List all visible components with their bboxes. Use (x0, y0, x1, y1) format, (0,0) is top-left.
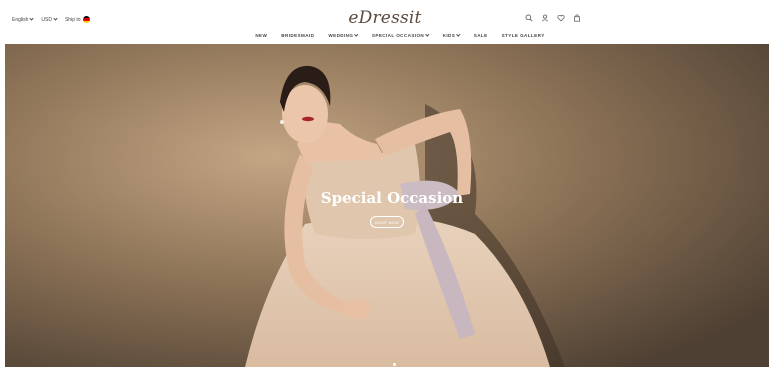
nav-label: WEDDING (328, 33, 354, 38)
currency-selector[interactable]: USD (41, 16, 58, 23)
hero-title: Special Occasion (320, 189, 464, 207)
nav-item-kids[interactable]: KIDS (442, 32, 461, 38)
slide-indicator[interactable] (393, 363, 396, 366)
shop-now-button[interactable]: SHOP NOW (370, 216, 404, 228)
site-logo[interactable]: eDressit (348, 8, 421, 28)
nav-item-bridesmaid[interactable]: BRIDESMAID (281, 33, 314, 38)
language-selector[interactable]: English (12, 16, 35, 23)
nav-label: BRIDESMAID (281, 33, 315, 38)
chevron-down-icon (29, 16, 35, 21)
nav-label: NEW (255, 33, 268, 38)
chevron-down-icon (53, 16, 58, 21)
nav-item-new[interactable]: NEW (255, 33, 267, 38)
nav-item-special-occasion[interactable]: SPECIAL OCCASION (371, 32, 430, 38)
nav-label: KIDS (442, 33, 456, 38)
nav-label: SALE (473, 33, 488, 38)
nav-item-wedding[interactable]: WEDDING (328, 32, 359, 38)
ship-to-selector[interactable]: Ship to (65, 16, 90, 23)
language-label: English (12, 16, 29, 23)
chevron-down-icon (425, 32, 430, 37)
chevron-down-icon (354, 32, 359, 37)
currency-label: USD (41, 16, 52, 23)
heart-icon[interactable] (557, 14, 565, 22)
nav-label: STYLE GALLERY (501, 33, 545, 38)
hero-banner[interactable]: Special Occasion SHOP NOW (5, 44, 769, 367)
nav-label: SPECIAL OCCASION (371, 33, 425, 38)
header-icons (525, 14, 581, 22)
logo-container: eDressit (0, 8, 770, 28)
bag-icon[interactable] (573, 14, 581, 22)
nav-item-style-gallery[interactable]: STYLE GALLERY (502, 33, 545, 38)
germany-flag-icon (82, 16, 90, 23)
main-nav: NEW BRIDESMAID WEDDING SPECIAL OCCASION … (0, 32, 770, 38)
search-icon[interactable] (525, 14, 533, 22)
nav-item-sale[interactable]: SALE (474, 33, 488, 38)
ship-to-label: Ship to (64, 16, 81, 23)
user-icon[interactable] (541, 14, 549, 22)
locale-bar: English USD Ship to (12, 16, 90, 23)
chevron-down-icon (456, 32, 461, 37)
top-header: English USD Ship to eDressit NEW BRIDESM… (0, 0, 770, 44)
